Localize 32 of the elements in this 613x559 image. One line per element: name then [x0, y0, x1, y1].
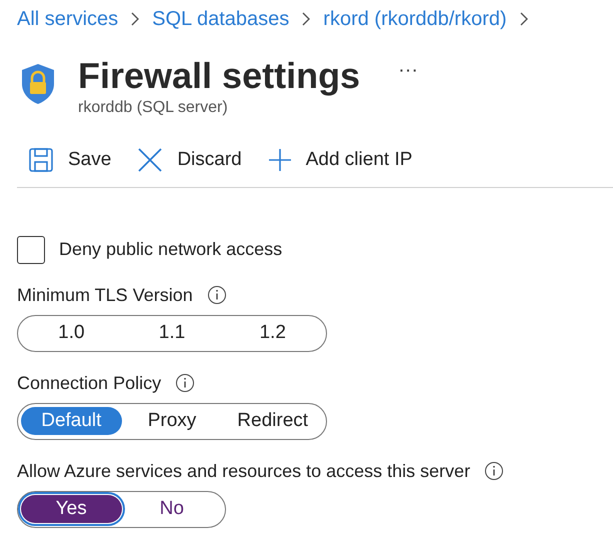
plus-icon	[268, 148, 292, 172]
page-subtitle: rkorddb (SQL server)	[78, 98, 229, 118]
save-button[interactable]: Save	[28, 146, 112, 174]
segment-option[interactable]: No	[122, 495, 222, 523]
discard-button[interactable]: Discard	[137, 146, 242, 174]
breadcrumb-link[interactable]: All services	[17, 4, 118, 34]
segment-option[interactable]: Proxy	[122, 407, 222, 435]
segment-option[interactable]: Yes	[21, 495, 122, 523]
segment-option[interactable]: Default	[21, 407, 122, 435]
info-icon[interactable]	[206, 285, 227, 305]
segment-option[interactable]: 1.2	[222, 319, 324, 347]
segment-option[interactable]: Redirect	[222, 407, 324, 435]
info-icon[interactable]	[175, 373, 196, 393]
segment-option[interactable]: 1.1	[122, 319, 222, 347]
setting-label: Minimum TLS Version	[17, 284, 193, 306]
close-icon	[137, 147, 164, 174]
breadcrumb-link[interactable]: SQL databases	[152, 4, 290, 34]
checkbox-label: Deny public network access	[59, 238, 282, 261]
shield-lock-icon	[20, 62, 56, 106]
more-button[interactable]: ···	[398, 55, 418, 85]
chevron-right-icon	[518, 11, 529, 27]
page-title: Firewall settings	[78, 54, 360, 98]
breadcrumb-link[interactable]: rkord (rkorddb/rkord)	[323, 4, 507, 34]
setting-label: Connection Policy	[17, 372, 162, 395]
save-icon	[28, 147, 54, 174]
segment-option[interactable]: 1.0	[21, 319, 122, 347]
checkbox[interactable]	[17, 236, 45, 264]
info-icon[interactable]	[484, 461, 504, 481]
add-button[interactable]: Add client IP	[268, 146, 412, 174]
setting-label: Allow Azure services and resources to access this server	[17, 460, 470, 482]
chevron-right-icon	[130, 11, 140, 27]
chevron-right-icon	[301, 11, 312, 27]
